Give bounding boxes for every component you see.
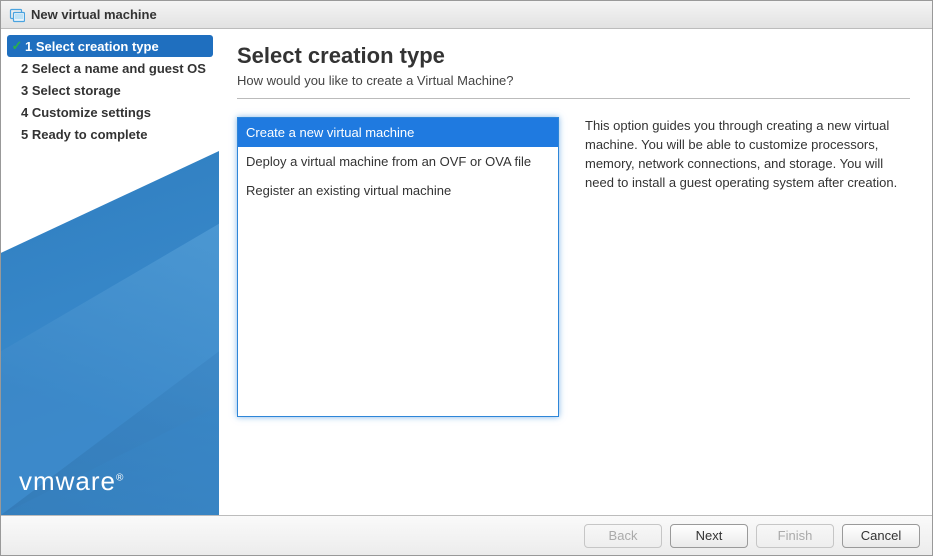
step-select-name-guest-os[interactable]: ✓ 2 Select a name and guest OS: [1, 57, 219, 79]
wizard-window: New virtual machine ✓ 1 Select creation …: [0, 0, 933, 556]
option-create-new-vm[interactable]: Create a new virtual machine: [238, 118, 558, 147]
checkmark-icon: ✓: [9, 38, 25, 54]
option-register-existing-vm[interactable]: Register an existing virtual machine: [238, 176, 558, 205]
finish-button[interactable]: Finish: [756, 524, 834, 548]
step-ready-to-complete[interactable]: ✓ 5 Ready to complete: [1, 123, 219, 145]
option-description: This option guides you through creating …: [585, 117, 910, 505]
step-label: 1 Select creation type: [25, 39, 159, 54]
page-subtitle: How would you like to create a Virtual M…: [237, 73, 910, 99]
step-label: 5 Ready to complete: [21, 127, 147, 142]
wizard-footer: Back Next Finish Cancel: [1, 515, 932, 555]
step-label: 3 Select storage: [21, 83, 121, 98]
option-deploy-ovf-ova[interactable]: Deploy a virtual machine from an OVF or …: [238, 147, 558, 176]
creation-type-listbox[interactable]: Create a new virtual machine Deploy a vi…: [237, 117, 559, 417]
back-button[interactable]: Back: [584, 524, 662, 548]
sidebar: ✓ 1 Select creation type ✓ 2 Select a na…: [1, 29, 219, 515]
sidebar-art: vmware®: [1, 151, 219, 515]
step-select-storage[interactable]: ✓ 3 Select storage: [1, 79, 219, 101]
main-panel: Select creation type How would you like …: [219, 29, 932, 515]
step-label: 2 Select a name and guest OS: [21, 61, 206, 76]
step-label: 4 Customize settings: [21, 105, 151, 120]
cancel-button[interactable]: Cancel: [842, 524, 920, 548]
vm-icon: [9, 7, 25, 23]
vmware-logo: vmware®: [19, 466, 124, 497]
step-customize-settings[interactable]: ✓ 4 Customize settings: [1, 101, 219, 123]
next-button[interactable]: Next: [670, 524, 748, 548]
content-row: Create a new virtual machine Deploy a vi…: [237, 117, 910, 505]
step-select-creation-type[interactable]: ✓ 1 Select creation type: [7, 35, 213, 57]
step-list: ✓ 1 Select creation type ✓ 2 Select a na…: [1, 29, 219, 151]
page-title: Select creation type: [237, 43, 910, 69]
titlebar: New virtual machine: [1, 1, 932, 29]
wizard-body: ✓ 1 Select creation type ✓ 2 Select a na…: [1, 29, 932, 515]
window-title: New virtual machine: [31, 7, 157, 22]
